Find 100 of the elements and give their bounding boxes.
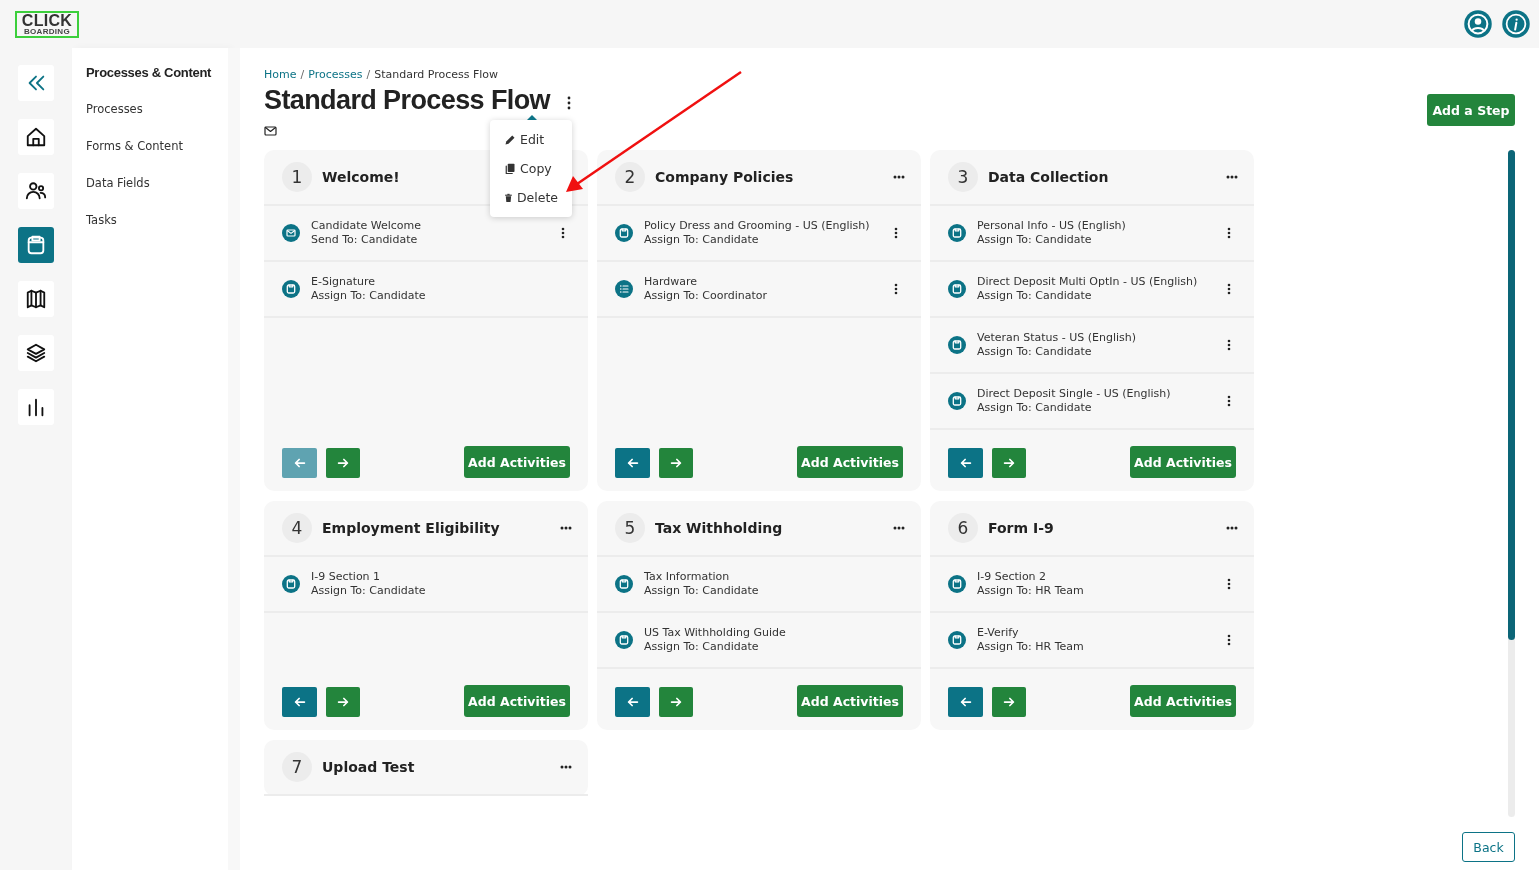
kebab-menu-icon[interactable] [1226,578,1232,590]
step-number: 7 [282,752,312,782]
move-right-button[interactable] [659,687,693,717]
activity-name: US Tax Withholding Guide [644,626,786,640]
more-options-icon[interactable] [1226,175,1238,179]
menu-item[interactable]: Delete [490,183,572,212]
arrow-right-icon [669,456,683,470]
kebab-menu-icon[interactable] [566,95,572,111]
move-left-button[interactable] [615,687,650,717]
kebab-menu-icon[interactable] [1226,395,1232,407]
activity-assignee: Assign To: Candidate [311,584,426,598]
sidebar-item[interactable]: Tasks [86,213,117,228]
move-left-button[interactable] [282,687,317,717]
more-options-icon[interactable] [560,526,572,530]
step-title: Employment Eligibility [322,520,500,536]
activity-name: Hardware [644,275,698,289]
activity-name: I-9 Section 1 [311,570,381,584]
activity-name: I-9 Section 2 [977,570,1047,584]
step-number: 2 [615,162,645,192]
map-icon [25,288,47,310]
clipboard-icon [25,234,47,256]
more-options-icon[interactable] [1226,526,1238,530]
user-icon[interactable] [1463,9,1493,39]
move-right-button[interactable] [992,687,1026,717]
people-icon [25,180,47,202]
scrollbar[interactable] [1508,150,1515,817]
add-activities-button[interactable]: Add Activities [1130,446,1236,478]
nav-button[interactable] [18,119,54,155]
move-right-button[interactable] [992,448,1026,478]
clipboard-icon [282,280,300,298]
step-number: 1 [282,162,312,192]
activity-name: Policy Dress and Grooming - US (English) [644,219,870,233]
nav-button[interactable] [18,173,54,209]
arrow-left-icon [625,695,640,709]
activity-assignee: Assign To: Candidate [977,401,1092,415]
sidebar-item[interactable]: Forms & Content [86,139,183,154]
clipboard-icon [948,575,966,593]
move-right-button[interactable] [326,687,360,717]
arrow-left-icon [625,456,640,470]
add-activities-button[interactable]: Add Activities [464,685,570,717]
clipboard-icon [948,631,966,649]
breadcrumb-link[interactable]: Home [264,68,297,81]
add-activities-button[interactable]: Add Activities [464,446,570,478]
more-options-icon[interactable] [893,526,905,530]
move-left-button[interactable] [948,448,983,478]
breadcrumb-link[interactable]: Processes [308,68,363,81]
move-left-button[interactable] [615,448,650,478]
kebab-menu-icon[interactable] [560,227,566,239]
kebab-menu-icon[interactable] [1226,283,1232,295]
page-title: Standard Process Flow [264,84,550,116]
envelope-icon [264,126,277,136]
activity-assignee: Assign To: Candidate [311,289,426,303]
home-icon [25,126,47,148]
move-left-button[interactable] [948,687,983,717]
arrow-right-icon [669,695,683,709]
kebab-menu-icon[interactable] [1226,634,1232,646]
kebab-menu-icon[interactable] [1226,227,1232,239]
activity-assignee: Assign To: Candidate [644,233,759,247]
sidebar-item[interactable]: Data Fields [86,176,150,191]
kebab-menu-icon[interactable] [1226,339,1232,351]
step-title: Company Policies [655,169,794,185]
menu-item[interactable]: Edit [490,125,572,154]
menu-item[interactable]: Copy [490,154,572,183]
move-right-button[interactable] [659,448,693,478]
info-icon[interactable] [1501,9,1531,39]
step-title: Tax Withholding [655,520,783,536]
activity-assignee: Assign To: Candidate [977,233,1092,247]
step-number: 3 [948,162,978,192]
nav-button[interactable] [18,281,54,317]
clipboard-icon [948,280,966,298]
clipboard-icon [615,224,633,242]
nav-button[interactable] [18,389,54,425]
clipboard-icon [948,392,966,410]
more-options-icon[interactable] [893,175,905,179]
nav-button[interactable] [18,335,54,371]
back-button[interactable]: Back [1462,832,1515,862]
add-step-button[interactable]: Add a Step [1427,94,1515,126]
add-activities-button[interactable]: Add Activities [1130,685,1236,717]
activity-name: Tax Information [644,570,730,584]
activity-assignee: Send To: Candidate [311,233,418,247]
step-number: 5 [615,513,645,543]
step-title: Form I-9 [988,520,1054,536]
activity-assignee: Assign To: Candidate [644,584,759,598]
kebab-menu-icon[interactable] [893,227,899,239]
kebab-menu-icon[interactable] [893,283,899,295]
add-activities-button[interactable]: Add Activities [797,446,903,478]
layers-icon [25,342,47,364]
arrow-right-icon [336,695,350,709]
activity-name: E-Verify [977,626,1019,640]
scrollbar-thumb[interactable] [1508,150,1515,640]
clipboard-icon [948,224,966,242]
move-right-button[interactable] [326,448,360,478]
activity-assignee: Assign To: Candidate [977,345,1092,359]
arrow-right-icon [336,456,350,470]
clipboard-icon [948,336,966,354]
sidebar-item[interactable]: Processes [86,102,143,117]
add-activities-button[interactable]: Add Activities [797,685,903,717]
arrow-right-icon [1002,456,1016,470]
more-options-icon[interactable] [560,765,572,769]
activity-name: E-Signature [311,275,375,289]
